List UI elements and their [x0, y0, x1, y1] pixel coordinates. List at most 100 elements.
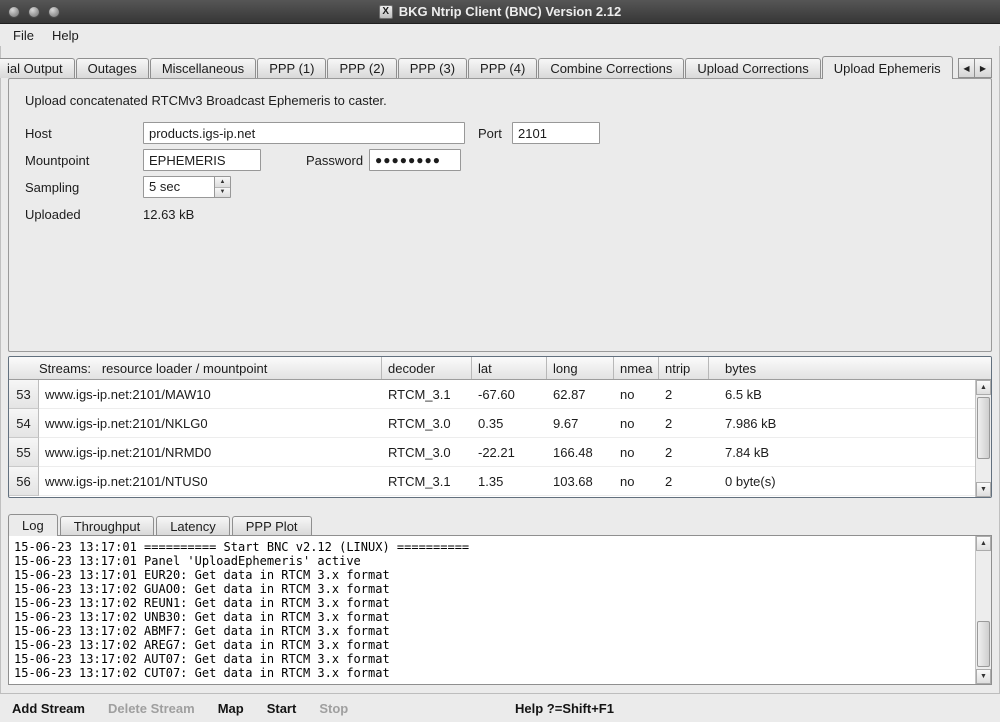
stream-cell-bytes: 7.986 kB — [709, 409, 991, 438]
log-line: 15-06-23 13:17:02 GUAO0: Get data in RTC… — [14, 582, 972, 596]
tab-ial-output[interactable]: ial Output — [0, 58, 75, 78]
log-line: 15-06-23 13:17:02 AREG7: Get data in RTC… — [14, 638, 972, 652]
tab-ppp-1[interactable]: PPP (1) — [257, 58, 326, 78]
port-input[interactable] — [512, 122, 600, 144]
tab-ppp-2[interactable]: PPP (2) — [327, 58, 396, 78]
scroll-down-icon: ▼ — [980, 673, 987, 680]
log-line: 15-06-23 13:17:02 UNB30: Get data in RTC… — [14, 610, 972, 624]
bottom-tab-throughput[interactable]: Throughput — [60, 516, 155, 535]
stream-cell-nmea: no — [614, 467, 659, 496]
log-scrollbar[interactable]: ▲ ▼ — [975, 536, 991, 684]
scrollbar-thumb[interactable] — [977, 621, 990, 667]
spin-down-button[interactable]: ▼ — [215, 187, 230, 198]
scroll-up-button[interactable]: ▲ — [976, 380, 991, 395]
sampling-spin-buttons: ▲ ▼ — [214, 177, 230, 197]
streams-table-body: 53www.igs-ip.net:2101/MAW10RTCM_3.1-67.6… — [9, 380, 991, 496]
stream-cell-num: 55 — [9, 438, 39, 467]
stream-cell-lat: -67.60 — [472, 380, 547, 409]
scroll-down-button[interactable]: ▼ — [976, 482, 991, 497]
header-decoder[interactable]: decoder — [382, 357, 472, 379]
stream-cell-ntrip: 2 — [659, 467, 709, 496]
mountpoint-input[interactable] — [143, 149, 261, 171]
uploaded-label: Uploaded — [25, 207, 143, 222]
log-line: 15-06-23 13:17:02 ABMF7: Get data in RTC… — [14, 624, 972, 638]
stream-cell-bytes: 6.5 kB — [709, 380, 991, 409]
stream-cell-nmea: no — [614, 438, 659, 467]
streams-table-header: Streams: resource loader / mountpoint de… — [9, 357, 991, 380]
scroll-down-button[interactable]: ▼ — [976, 669, 991, 684]
tab-bar: ial OutputOutagesMiscellaneousPPP (1)PPP… — [0, 55, 1000, 78]
scrollbar-thumb[interactable] — [977, 397, 990, 459]
menu-file[interactable]: File — [4, 26, 43, 45]
log-content[interactable]: 15-06-23 13:17:01 ========== Start BNC v… — [14, 540, 972, 682]
title-bar: X BKG Ntrip Client (BNC) Version 2.12 — [0, 0, 1000, 24]
start-button[interactable]: Start — [267, 701, 297, 716]
bottom-tab-log[interactable]: Log — [8, 514, 58, 536]
sampling-row: Sampling 5 sec ▲ ▼ — [25, 176, 975, 198]
stream-row-56[interactable]: 56www.igs-ip.net:2101/NTUS0RTCM_3.11.351… — [9, 467, 991, 496]
tab-upload-ephemeris[interactable]: Upload Ephemeris — [822, 56, 953, 79]
password-label: Password — [306, 153, 369, 168]
header-lat[interactable]: lat — [472, 357, 547, 379]
tab-ppp-3[interactable]: PPP (3) — [398, 58, 467, 78]
stream-cell-ntrip: 2 — [659, 438, 709, 467]
minimize-button[interactable] — [28, 6, 40, 18]
stream-cell-decoder: RTCM_3.0 — [382, 409, 472, 438]
stream-cell-num: 56 — [9, 467, 39, 496]
streams-scrollbar[interactable]: ▲ ▼ — [975, 380, 991, 497]
log-frame: 15-06-23 13:17:01 ========== Start BNC v… — [8, 535, 992, 685]
tab-outages[interactable]: Outages — [76, 58, 149, 78]
zoom-button[interactable] — [48, 6, 60, 18]
scroll-down-icon: ▼ — [980, 486, 987, 493]
app-window: X BKG Ntrip Client (BNC) Version 2.12 Fi… — [0, 0, 1000, 722]
log-line: 15-06-23 13:17:02 REUN1: Get data in RTC… — [14, 596, 972, 610]
map-button[interactable]: Map — [218, 701, 244, 716]
stream-cell-num: 53 — [9, 380, 39, 409]
tab-scroll-right-button[interactable]: ▶ — [975, 58, 992, 78]
scroll-up-icon: ▲ — [980, 540, 987, 547]
header-ntrip[interactable]: ntrip — [659, 357, 709, 379]
stream-cell-decoder: RTCM_3.1 — [382, 380, 472, 409]
stream-cell-ntrip: 2 — [659, 380, 709, 409]
stream-cell-resource: www.igs-ip.net:2101/NKLG0 — [39, 409, 382, 438]
add-stream-button[interactable]: Add Stream — [12, 701, 85, 716]
tab-miscellaneous[interactable]: Miscellaneous — [150, 58, 256, 78]
tab-ppp-4[interactable]: PPP (4) — [468, 58, 537, 78]
bottom-tab-ppp-plot[interactable]: PPP Plot — [232, 516, 312, 535]
log-line: 15-06-23 13:17:02 AUT07: Get data in RTC… — [14, 652, 972, 666]
header-streams-resource[interactable]: Streams: resource loader / mountpoint — [9, 357, 382, 379]
host-input[interactable] — [143, 122, 465, 144]
menu-bar: FileHelp — [0, 24, 1000, 46]
stream-cell-nmea: no — [614, 409, 659, 438]
menu-help[interactable]: Help — [43, 26, 88, 45]
stream-row-55[interactable]: 55www.igs-ip.net:2101/NRMD0RTCM_3.0-22.2… — [9, 438, 991, 467]
bottom-tab-latency[interactable]: Latency — [156, 516, 230, 535]
stream-cell-lat: 1.35 — [472, 467, 547, 496]
spin-down-icon: ▼ — [220, 189, 226, 195]
stream-cell-long: 9.67 — [547, 409, 614, 438]
stream-row-54[interactable]: 54www.igs-ip.net:2101/NKLG0RTCM_3.00.359… — [9, 409, 991, 438]
host-label: Host — [25, 126, 143, 141]
spin-up-button[interactable]: ▲ — [215, 177, 230, 187]
tab-combine-corrections[interactable]: Combine Corrections — [538, 58, 684, 78]
stream-cell-bytes: 0 byte(s) — [709, 467, 991, 496]
scroll-up-button[interactable]: ▲ — [976, 536, 991, 551]
header-bytes[interactable]: bytes — [709, 357, 991, 379]
scroll-up-icon: ▲ — [980, 384, 987, 391]
window-title: BKG Ntrip Client (BNC) Version 2.12 — [399, 4, 621, 19]
stream-cell-resource: www.igs-ip.net:2101/MAW10 — [39, 380, 382, 409]
tab-next-icon: ▶ — [980, 64, 986, 73]
sampling-spinbox[interactable]: 5 sec ▲ ▼ — [143, 176, 231, 198]
stream-cell-long: 103.68 — [547, 467, 614, 496]
stream-cell-lat: -22.21 — [472, 438, 547, 467]
log-line: 15-06-23 13:17:01 ========== Start BNC v… — [14, 540, 972, 554]
close-button[interactable] — [8, 6, 20, 18]
password-input[interactable] — [369, 149, 461, 171]
tab-scroll-left-button[interactable]: ◀ — [958, 58, 975, 78]
tab-scrollers: ◀ ▶ — [958, 58, 992, 78]
stream-row-53[interactable]: 53www.igs-ip.net:2101/MAW10RTCM_3.1-67.6… — [9, 380, 991, 409]
port-label: Port — [478, 126, 512, 141]
tab-upload-corrections[interactable]: Upload Corrections — [685, 58, 820, 78]
header-long[interactable]: long — [547, 357, 614, 379]
header-nmea[interactable]: nmea — [614, 357, 659, 379]
